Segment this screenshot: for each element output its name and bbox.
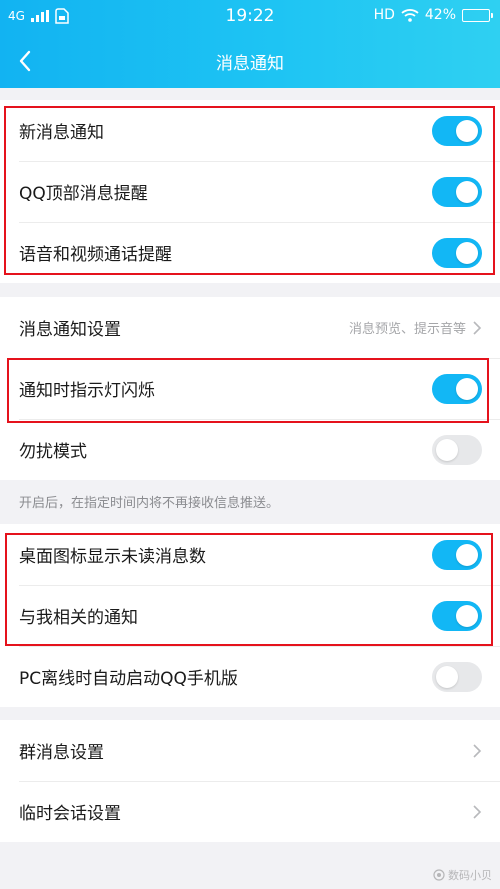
- desktop-unread-badge-toggle[interactable]: [432, 539, 482, 570]
- row-label: 语音和视频通话提醒: [19, 245, 172, 265]
- do-not-disturb-note: 开启后，在指定时间内将不再接收信息推送。: [19, 496, 280, 511]
- chevron-right-icon: [473, 320, 482, 335]
- row-label: PC离线时自动启动QQ手机版: [19, 669, 238, 689]
- chat-settings-group: 群消息设置 临时会话设置: [0, 720, 500, 842]
- chevron-right-icon: [473, 804, 482, 819]
- related-notifications-toggle[interactable]: [432, 600, 482, 631]
- qq-top-message-reminder-row: QQ顶部消息提醒: [0, 161, 500, 222]
- led-flash-toggle[interactable]: [432, 373, 482, 404]
- battery-icon: [462, 8, 493, 22]
- badge-and-misc-group: 桌面图标显示未读消息数 与我相关的通知 PC离线时自动启动QQ手机版: [0, 524, 500, 707]
- navigation-bar: 消息通知: [0, 34, 500, 88]
- new-message-notification-row: 新消息通知: [0, 100, 500, 161]
- settings-summary: 消息预览、提示音等: [348, 322, 466, 337]
- notification-settings-group: 消息通知设置 消息预览、提示音等 通知时指示灯闪烁 勿扰模式: [0, 297, 500, 480]
- battery-percent: 42%: [424, 7, 456, 23]
- row-label: 与我相关的通知: [19, 608, 138, 628]
- hd-indicator: HD: [373, 7, 395, 23]
- related-notifications-row: 与我相关的通知: [0, 585, 500, 646]
- row-label: 桌面图标显示未读消息数: [19, 547, 206, 567]
- chevron-right-icon: [473, 743, 482, 758]
- wifi-icon: [401, 9, 419, 22]
- voice-video-call-reminder-row: 语音和视频通话提醒: [0, 222, 500, 283]
- header: 4G 19:22 HD 42% 消息通知: [0, 0, 500, 88]
- row-label: 消息通知设置: [19, 320, 121, 340]
- row-label: 勿扰模式: [19, 442, 87, 462]
- pc-offline-autostart-toggle[interactable]: [432, 661, 482, 692]
- group-message-settings-row[interactable]: 群消息设置: [0, 720, 500, 781]
- row-label: 群消息设置: [19, 743, 104, 763]
- watermark-logo-icon: [433, 869, 445, 881]
- row-label: 通知时指示灯闪烁: [19, 381, 155, 401]
- message-alerts-group: 新消息通知 QQ顶部消息提醒 语音和视频通话提醒: [0, 100, 500, 283]
- do-not-disturb-row: 勿扰模式: [0, 419, 500, 480]
- watermark: 数码小贝: [433, 867, 492, 883]
- temporary-chat-settings-row[interactable]: 临时会话设置: [0, 781, 500, 842]
- new-message-notification-toggle[interactable]: [432, 115, 482, 146]
- message-notification-settings-row[interactable]: 消息通知设置 消息预览、提示音等: [0, 297, 500, 358]
- pc-offline-autostart-row: PC离线时自动启动QQ手机版: [0, 646, 500, 707]
- led-flash-row: 通知时指示灯闪烁: [0, 358, 500, 419]
- row-label: 新消息通知: [19, 123, 104, 143]
- page-title: 消息通知: [216, 54, 284, 74]
- do-not-disturb-toggle[interactable]: [432, 434, 482, 465]
- voice-video-call-reminder-toggle[interactable]: [432, 237, 482, 268]
- status-bar: 4G 19:22 HD 42%: [0, 0, 500, 34]
- qq-top-message-reminder-toggle[interactable]: [432, 176, 482, 207]
- watermark-text: 数码小贝: [448, 869, 492, 882]
- row-label: 临时会话设置: [19, 804, 121, 824]
- desktop-unread-badge-row: 桌面图标显示未读消息数: [0, 524, 500, 585]
- row-label: QQ顶部消息提醒: [19, 184, 148, 204]
